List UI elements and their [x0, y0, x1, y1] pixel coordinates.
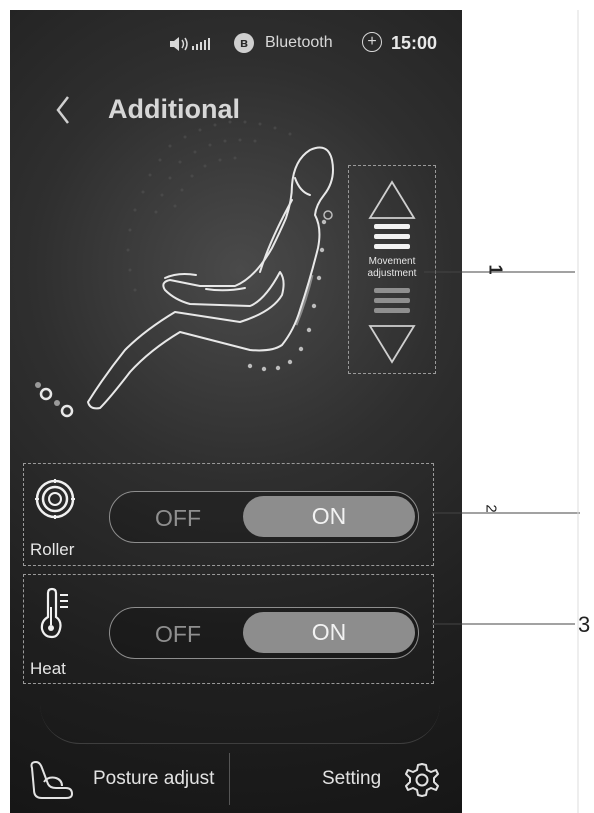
callout-1: 1 [485, 264, 506, 275]
callout-3: 3 [578, 612, 591, 637]
callout-lines [424, 10, 580, 813]
callout-2: 2 [482, 504, 500, 513]
